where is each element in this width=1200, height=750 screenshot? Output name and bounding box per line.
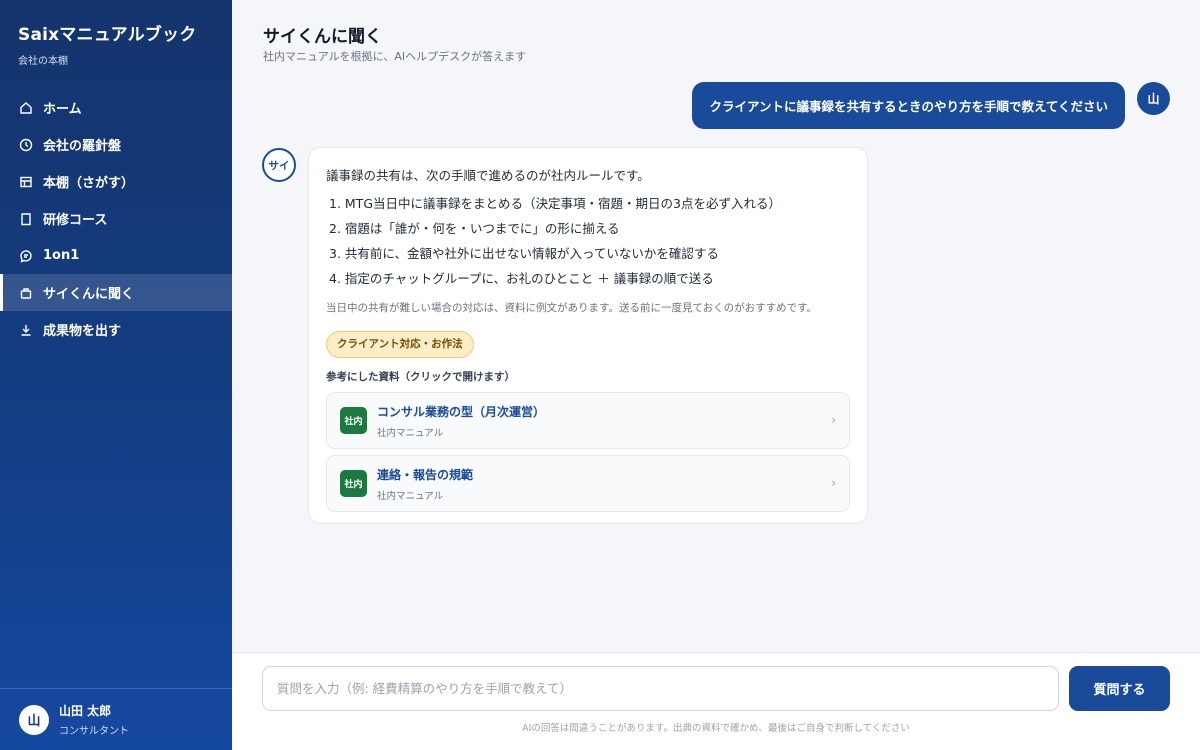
sidebar-item-label: 研修コース <box>43 213 108 228</box>
robot-icon <box>19 286 33 300</box>
sidebar-item-compass[interactable]: 会社の羅針盤 <box>0 126 232 163</box>
ai-disclaimer: AIの回答は間違うことがあります。出典の資料で確かめ、最後はご自身で判断してくだ… <box>522 723 910 734</box>
ai-note: 当日中の共有が難しい場合の対応は、資料に例文があります。送る前に一度見ておくのが… <box>326 302 818 314</box>
step-item: 4. 指定のチャットグループに、お礼のひとこと ＋ 議事録の順で送る <box>329 271 714 286</box>
step-list: 1. MTG当日中に議事録をまとめる（決定事項・宿題・期日の3点を必ず入れる） … <box>326 195 850 295</box>
user-role: コンサルタント <box>59 726 129 737</box>
brand-title[interactable]: Saixマニュアルブック <box>18 20 214 45</box>
sidebar-item-label: サイくんに聞く <box>43 287 135 302</box>
reference-title: 連絡・報告の規範 <box>377 467 474 482</box>
user-info: 山田 太郎 コンサルタント <box>59 702 129 737</box>
ai-intro-text: 議事録の共有は、次の手順で進めるのが社内ルールです。 <box>326 168 650 183</box>
bookmark-icon <box>19 212 33 226</box>
sidebar-item-label: 本棚（さがす） <box>43 176 135 191</box>
references-heading: 参考にした資料（クリックで開けます） <box>326 371 515 383</box>
sidebar-item-training[interactable]: 研修コース <box>0 200 232 237</box>
internal-badge: 社内 <box>340 470 367 497</box>
step-item: 2. 宿題は「誰が・何を・いつまでに」の形に揃える <box>329 221 620 236</box>
ai-avatar: サイ <box>262 148 296 182</box>
user-profile[interactable]: 山 山田 太郎 コンサルタント <box>0 688 232 750</box>
reference-card-consulting[interactable]: 社内 コンサル業務の型（月次運営） 社内マニュアル › <box>326 392 850 449</box>
sidebar-item-submit[interactable]: 成果物を出す <box>0 311 232 348</box>
user-name: 山田 太郎 <box>59 704 112 718</box>
sidebar-item-label: 成果物を出す <box>43 324 122 339</box>
sidebar: Saixマニュアルブック 会社の本棚 ホーム 会社の羅針盤 本棚（さがす） 研修… <box>0 0 232 750</box>
question-input[interactable] <box>262 666 1059 711</box>
avatar: 山 <box>19 704 49 735</box>
page-title: サイくんに聞く <box>263 27 382 47</box>
download-icon <box>19 323 33 337</box>
main-content: サイくんに聞く 社内マニュアルを根拠に、AIヘルプデスクが答えます クライアント… <box>232 0 1200 750</box>
sidebar-item-label: ホーム <box>43 102 82 117</box>
reference-subtitle: 社内マニュアル <box>377 490 444 502</box>
chevron-right-icon: › <box>831 476 836 490</box>
ai-response-card: 議事録の共有は、次の手順で進めるのが社内ルールです。 1. MTG当日中に議事録… <box>308 147 868 524</box>
ask-button[interactable]: 質問する <box>1069 666 1170 711</box>
reference-title: コンサル業務の型（月次運営） <box>377 404 546 419</box>
category-tag: クライアント対応・お作法 <box>326 331 474 358</box>
user-message-avatar: 山 <box>1137 82 1170 115</box>
sidebar-item-label: 1on1 <box>43 248 80 263</box>
chat-bubble-icon <box>19 249 33 263</box>
sidebar-item-home[interactable]: ホーム <box>0 89 232 126</box>
page-subtitle: 社内マニュアルを根拠に、AIヘルプデスクが答えます <box>263 50 527 63</box>
brand: Saixマニュアルブック 会社の本棚 <box>0 0 232 67</box>
reference-text: 連絡・報告の規範 社内マニュアル <box>377 466 473 502</box>
step-item: 3. 共有前に、金額や社外に出せない情報が入っていないかを確認する <box>329 246 719 261</box>
compass-icon <box>19 138 33 152</box>
sidebar-nav: ホーム 会社の羅針盤 本棚（さがす） 研修コース 1on1 サイくんに聞く 成果… <box>0 89 232 348</box>
internal-badge: 社内 <box>340 407 367 434</box>
home-icon <box>19 101 33 115</box>
reference-card-reporting[interactable]: 社内 連絡・報告の規範 社内マニュアル › <box>326 455 850 512</box>
user-message-bubble: クライアントに議事録を共有するときのやり方を手順で教えてください <box>692 82 1125 129</box>
reference-text: コンサル業務の型（月次運営） 社内マニュアル <box>377 403 545 439</box>
chevron-right-icon: › <box>831 413 836 427</box>
sidebar-item-ask-saikun[interactable]: サイくんに聞く <box>0 274 232 311</box>
sidebar-item-bookshelf[interactable]: 本棚（さがす） <box>0 163 232 200</box>
sidebar-item-1on1[interactable]: 1on1 <box>0 237 232 274</box>
bookshelf-icon <box>19 175 33 189</box>
sidebar-item-label: 会社の羅針盤 <box>43 139 122 154</box>
step-item: 1. MTG当日中に議事録をまとめる（決定事項・宿題・期日の3点を必ず入れる） <box>329 196 781 211</box>
brand-subtitle: 会社の本棚 <box>18 56 68 67</box>
composer: 質問する AIの回答は間違うことがあります。出典の資料で確かめ、最後はご自身で判… <box>232 652 1200 750</box>
reference-subtitle: 社内マニュアル <box>377 427 444 439</box>
